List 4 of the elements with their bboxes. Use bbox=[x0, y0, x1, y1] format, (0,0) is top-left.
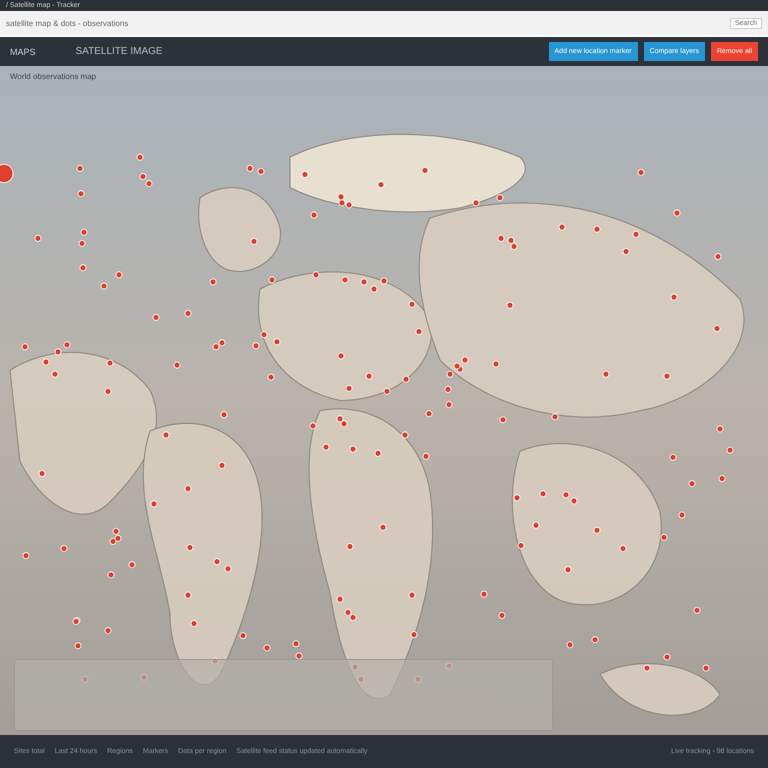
map-caption: World observations map bbox=[9, 71, 98, 83]
page-title: SATELLITE IMAGE bbox=[76, 46, 163, 57]
address-field[interactable]: satellite map & dots - observations bbox=[6, 18, 128, 28]
logo: MAPS bbox=[10, 46, 36, 56]
